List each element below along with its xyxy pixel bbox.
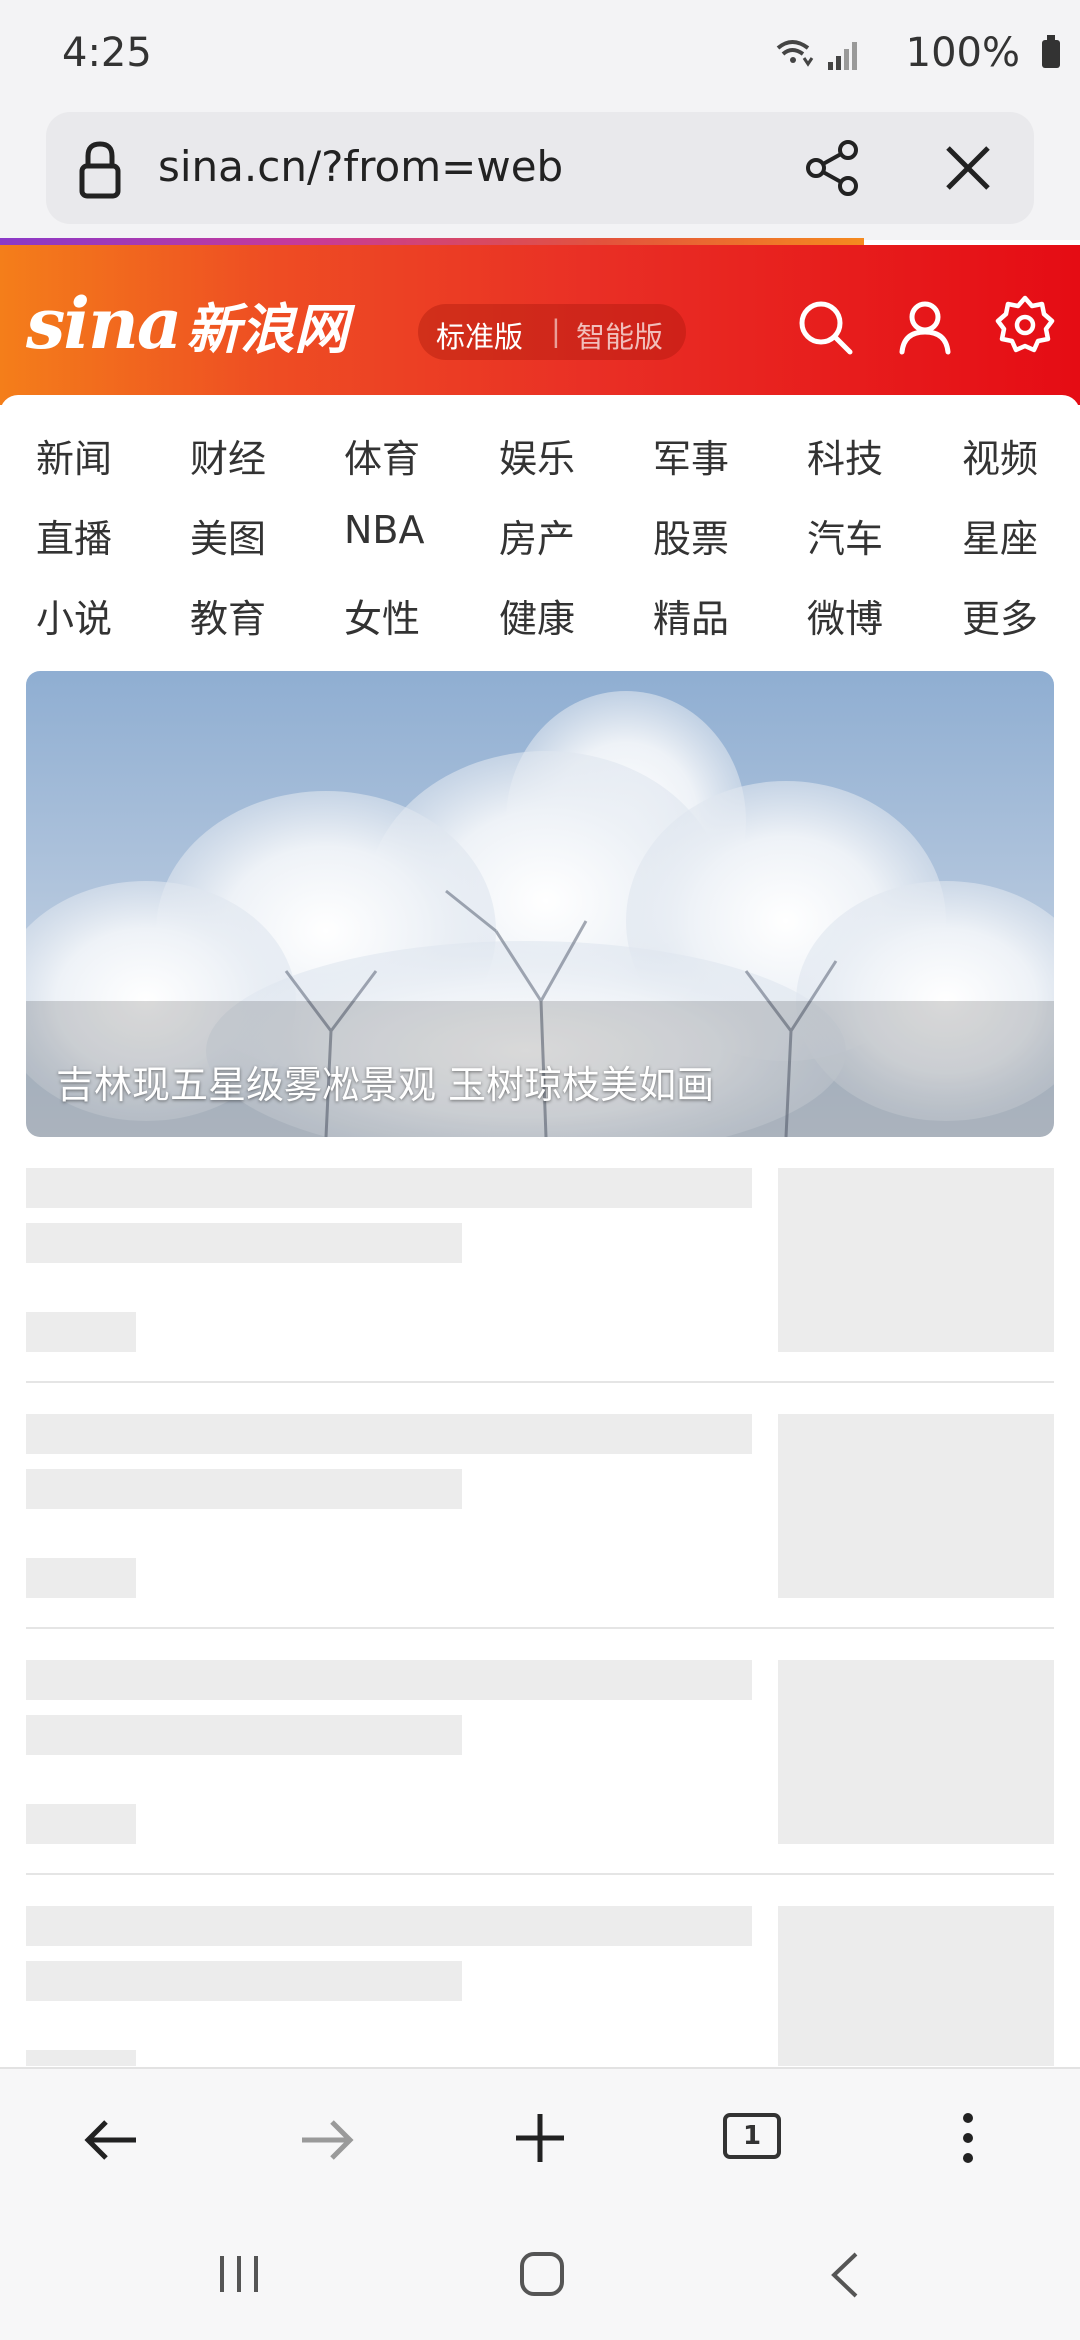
list-divider [26,1381,1054,1383]
nav-item[interactable]: NBA [344,508,464,552]
lock-icon[interactable] [78,140,122,200]
placeholder-meta [26,1558,136,1598]
nav-item[interactable]: 体育 [344,428,464,483]
user-icon[interactable] [896,298,954,356]
home-icon[interactable] [518,2250,566,2298]
logo-text-cn: 新浪网 [186,297,349,361]
search-icon[interactable] [796,298,854,356]
gear-icon[interactable] [994,294,1056,356]
nav-item[interactable]: 女性 [344,588,464,643]
nav-item[interactable]: 更多 [962,588,1080,643]
placeholder-title-line [26,1906,752,1946]
nav-item[interactable]: 美图 [190,508,310,563]
nav-item[interactable]: 汽车 [807,508,927,563]
nav-item[interactable]: 健康 [499,588,619,643]
recents-icon[interactable] [216,2252,262,2296]
nav-item[interactable]: 房产 [499,508,619,563]
nav-item[interactable]: 星座 [962,508,1080,563]
placeholder-title-line [26,1168,752,1208]
placeholder-thumbnail [778,1906,1054,2066]
nav-item[interactable]: 教育 [190,588,310,643]
placeholder-title-line [26,1223,462,1263]
nav-item[interactable]: 微博 [807,588,927,643]
nav-item[interactable]: 军事 [653,428,773,483]
version-separator: | [551,314,561,348]
placeholder-title-line [26,1715,462,1755]
hero-banner[interactable]: 吉林现五星级雾凇景观 玉树琼枝美如画 [26,671,1054,1137]
share-icon[interactable] [802,138,862,198]
placeholder-meta [26,2050,136,2066]
tabs-icon[interactable]: 1 [723,2113,781,2159]
list-divider [26,1873,1054,1875]
back-arrow-icon[interactable] [84,2118,140,2162]
list-divider [26,1627,1054,1629]
nav-item[interactable]: 股票 [653,508,773,563]
sina-logo[interactable]: sina 新浪网 [26,282,348,365]
logo-text-en: sina [26,282,182,365]
placeholder-thumbnail [778,1168,1054,1352]
status-time: 4:25 [62,30,152,76]
forward-arrow-icon[interactable] [298,2118,354,2162]
version-standard[interactable]: 标准版 [436,314,523,356]
placeholder-thumbnail [778,1414,1054,1598]
close-icon[interactable] [940,140,996,196]
url-text[interactable]: sina.cn/?from=web [158,142,563,191]
nav-item[interactable]: 小说 [36,588,156,643]
page-load-progress [0,238,864,245]
version-smart[interactable]: 智能版 [576,314,663,356]
version-switch[interactable]: 标准版 | 智能版 [418,304,686,360]
status-bar: 4:25 100% [0,0,1080,110]
hero-caption[interactable]: 吉林现五星级雾凇景观 玉树琼枝美如画 [56,1054,714,1109]
nav-item[interactable]: 新闻 [36,428,156,483]
system-back-icon[interactable] [828,2250,862,2300]
nav-item[interactable]: 科技 [807,428,927,483]
nav-item[interactable]: 娱乐 [499,428,619,483]
placeholder-title-line [26,1414,752,1454]
placeholder-meta [26,1312,136,1352]
nav-item[interactable]: 直播 [36,508,156,563]
more-icon[interactable] [958,2110,978,2166]
placeholder-thumbnail [778,1660,1054,1844]
placeholder-meta [26,1804,136,1844]
wifi-signal-icon [776,40,857,70]
nav-item[interactable]: 精品 [653,588,773,643]
battery-icon [1042,35,1060,68]
battery-percent: 100% [905,30,1020,76]
placeholder-title-line [26,1469,462,1509]
placeholder-title-line [26,1660,752,1700]
add-icon[interactable] [512,2110,568,2166]
nav-item[interactable]: 视频 [962,428,1080,483]
placeholder-title-line [26,1961,462,2001]
nav-item[interactable]: 财经 [190,428,310,483]
